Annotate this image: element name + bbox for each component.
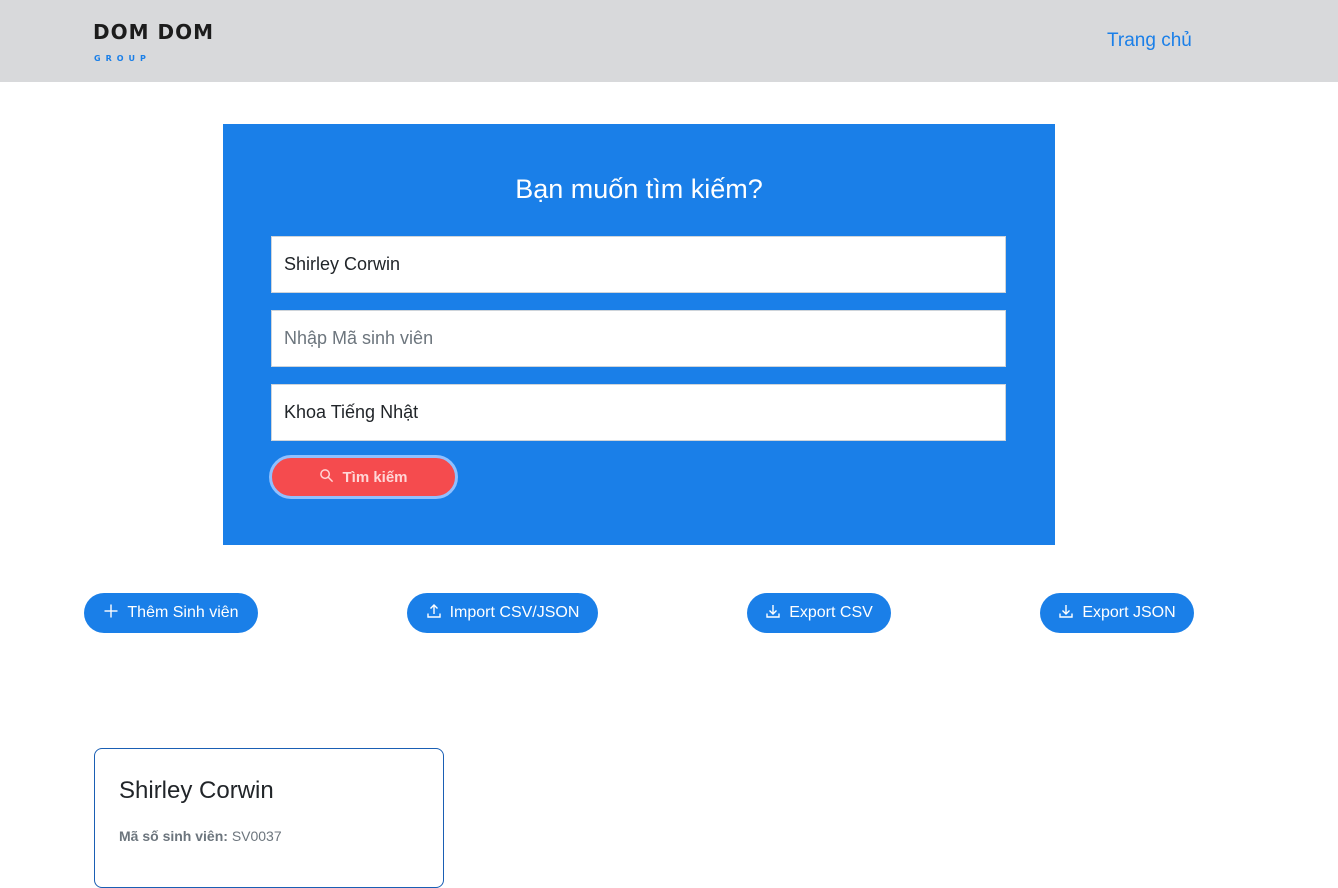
search-button-label: Tìm kiếm — [342, 468, 408, 486]
brand-name: DOM DOM — [93, 20, 214, 44]
import-label: Import CSV/JSON — [449, 604, 580, 621]
brand-subtitle: GROUP — [94, 54, 151, 63]
add-student-button[interactable]: Thêm Sinh viên — [84, 593, 258, 633]
upload-icon — [426, 603, 442, 624]
export-json-button[interactable]: Export JSON — [1040, 593, 1194, 633]
student-name-input[interactable] — [271, 236, 1006, 293]
search-panel: Bạn muốn tìm kiếm? Tìm kiếm — [223, 124, 1055, 545]
student-code-label: Mã số sinh viên: — [119, 828, 228, 844]
import-button[interactable]: Import CSV/JSON — [407, 593, 598, 633]
student-code-row: Mã số sinh viên: SV0037 — [119, 828, 282, 844]
search-title: Bạn muốn tìm kiếm? — [515, 174, 763, 204]
student-code-input[interactable] — [271, 310, 1006, 367]
add-student-label: Thêm Sinh viên — [127, 604, 239, 621]
download-icon — [1058, 603, 1074, 624]
export-csv-label: Export CSV — [789, 604, 873, 621]
nav-link-home[interactable]: Trang chủ — [1107, 30, 1192, 52]
export-json-label: Export JSON — [1082, 604, 1176, 621]
export-csv-button[interactable]: Export CSV — [747, 593, 891, 633]
plus-icon — [103, 603, 119, 624]
search-button[interactable]: Tìm kiếm — [269, 455, 458, 499]
student-card[interactable]: Shirley Corwin Mã số sinh viên: SV0037 — [94, 748, 444, 888]
student-name: Shirley Corwin — [119, 777, 274, 804]
search-icon — [319, 468, 334, 487]
download-icon — [765, 603, 781, 624]
student-code-value: SV0037 — [231, 828, 282, 844]
navbar: DOM DOM GROUP Trang chủ — [0, 0, 1338, 82]
department-input[interactable] — [271, 384, 1006, 441]
brand-logo[interactable]: DOM DOM GROUP — [93, 20, 214, 63]
